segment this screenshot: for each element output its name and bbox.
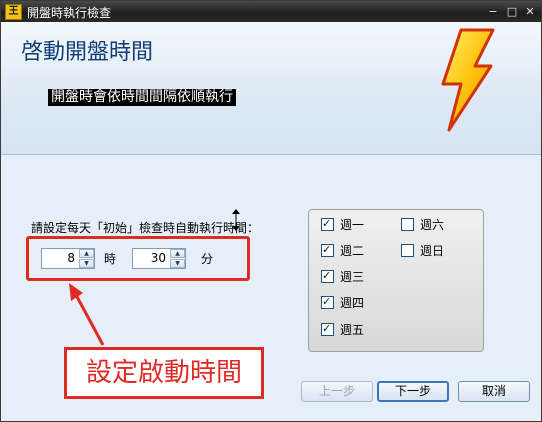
day-label: 週二 — [340, 244, 365, 258]
day-checkbox-wed[interactable]: 週三 — [321, 268, 365, 285]
checkbox-checked-icon[interactable] — [321, 268, 334, 284]
day-label: 週四 — [340, 296, 365, 310]
resize-cursor-icon — [232, 209, 240, 231]
lightning-bolt-icon — [441, 28, 495, 132]
window-title: 開盤時執行檢查 — [27, 6, 112, 20]
next-button[interactable]: 下一步 — [377, 381, 449, 402]
annotation-arrow-icon — [69, 283, 105, 346]
time-instruction-label: 請設定每天「初始」檢查時自動執行時間： — [31, 221, 260, 235]
title-bar[interactable]: 王 開盤時執行檢查 − □ ✕ — [1, 1, 541, 22]
dialog-window: 王 開盤時執行檢查 − □ ✕ 啓動開盤時間 開盤時會依時間間隔依順執行 請設定… — [0, 0, 542, 422]
day-label: 週三 — [340, 270, 365, 284]
checkbox-checked-icon[interactable] — [321, 321, 334, 337]
minimize-icon[interactable]: − — [485, 4, 501, 19]
day-checkbox-fri[interactable]: 週五 — [321, 321, 365, 338]
day-label: 週六 — [420, 218, 445, 232]
prev-button[interactable]: 上一步 — [301, 381, 373, 402]
annotation-highlight-box — [26, 236, 250, 281]
maximize-icon[interactable]: □ — [504, 4, 520, 19]
weekday-panel: 週一 週二 週三 週四 週五 週六 週日 — [308, 209, 484, 352]
day-checkbox-sun[interactable]: 週日 — [401, 243, 444, 259]
app-icon: 王 — [5, 4, 22, 20]
day-checkbox-thu[interactable]: 週四 — [321, 294, 365, 311]
page-subtitle: 開盤時會依時間間隔依順執行 — [48, 89, 236, 106]
checkbox-unchecked-icon[interactable] — [401, 218, 414, 231]
checkbox-checked-icon[interactable] — [321, 294, 334, 310]
day-checkbox-tue[interactable]: 週二 — [321, 242, 365, 259]
day-checkbox-mon[interactable]: 週一 — [321, 216, 365, 233]
page-title: 啓動開盤時間 — [21, 40, 154, 65]
checkbox-checked-icon[interactable] — [321, 242, 334, 258]
wizard-header: 啓動開盤時間 開盤時會依時間間隔依順執行 — [1, 22, 541, 155]
cancel-button[interactable]: 取消 — [458, 381, 530, 402]
close-icon[interactable]: ✕ — [522, 4, 538, 19]
day-label: 週日 — [420, 244, 445, 258]
day-label: 週一 — [340, 218, 365, 232]
annotation-callout: 設定啟動時間 — [64, 347, 264, 399]
checkbox-checked-icon[interactable] — [321, 216, 334, 232]
checkbox-unchecked-icon[interactable] — [401, 244, 414, 257]
day-checkbox-sat[interactable]: 週六 — [401, 217, 444, 233]
day-label: 週五 — [340, 323, 365, 337]
